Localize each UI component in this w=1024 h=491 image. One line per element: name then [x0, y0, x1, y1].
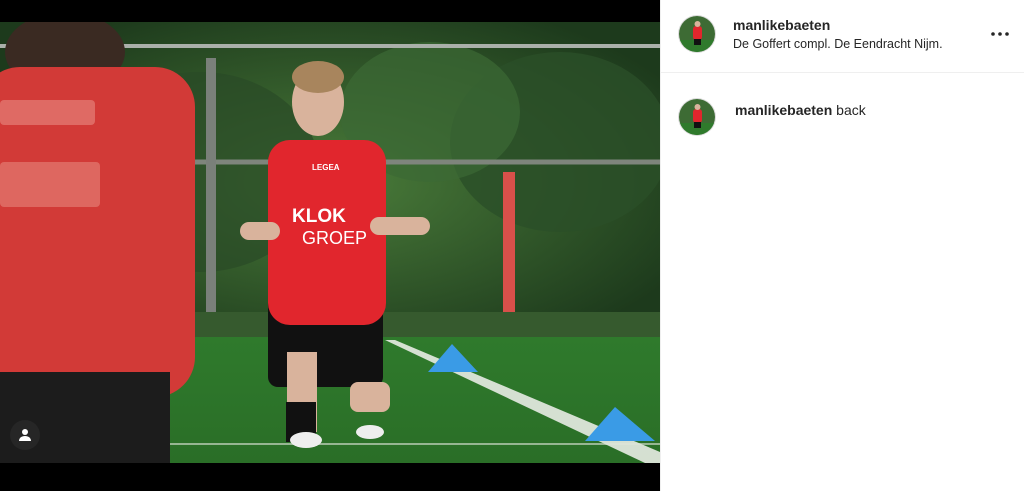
shirt-text-line1: KLOK [292, 206, 346, 227]
more-horizontal-icon [991, 32, 1009, 36]
post-photo[interactable]: LEGEA KLOK GROEP [0, 22, 660, 463]
avatar[interactable] [679, 16, 715, 52]
tagged-users-button[interactable] [10, 420, 40, 450]
post-location[interactable]: De Goffert compl. De Eendracht Nijm. [733, 37, 943, 51]
post-header: manlikebaeten De Goffert compl. De Eendr… [661, 0, 1024, 73]
comment-body: back [836, 102, 866, 118]
post-sidebar: manlikebaeten De Goffert compl. De Eendr… [660, 0, 1024, 491]
avatar[interactable] [679, 99, 715, 135]
post-media: LEGEA KLOK GROEP [0, 0, 660, 491]
comment-username[interactable]: manlikebaeten [735, 102, 832, 118]
avatar-image [679, 99, 715, 135]
avatar-image [679, 16, 715, 52]
shirt-text-line2: GROEP [302, 228, 367, 248]
comment-text-line: manlikebaeten back [735, 102, 866, 118]
shirt-text-brand: LEGEA [312, 163, 340, 172]
post-username[interactable]: manlikebaeten [733, 17, 830, 33]
more-options-button[interactable] [988, 22, 1012, 46]
instagram-post: LEGEA KLOK GROEP manlikebaeten De Goffer… [0, 0, 1024, 491]
user-tag-icon [19, 429, 31, 441]
